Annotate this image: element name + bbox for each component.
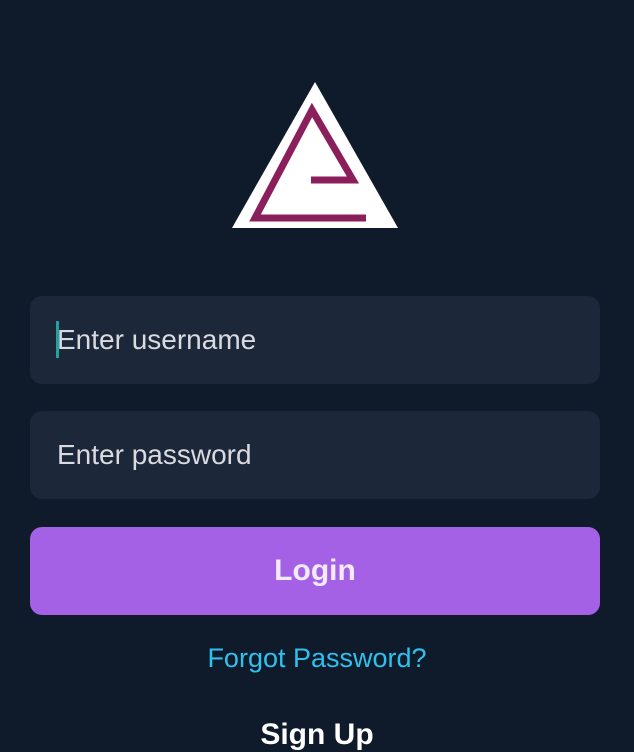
login-button[interactable]: Login [30,527,600,615]
username-input[interactable] [30,296,600,384]
logo-triangle [232,82,398,228]
forgot-password-link[interactable]: Forgot Password? [0,643,634,674]
password-field[interactable] [30,411,600,499]
app-logo [232,82,398,228]
sign-up-link[interactable]: Sign Up [0,718,634,752]
text-cursor [56,321,59,358]
password-input[interactable] [30,411,600,499]
username-field[interactable] [30,296,600,384]
login-screen: Login Forgot Password? Sign Up [0,0,634,751]
